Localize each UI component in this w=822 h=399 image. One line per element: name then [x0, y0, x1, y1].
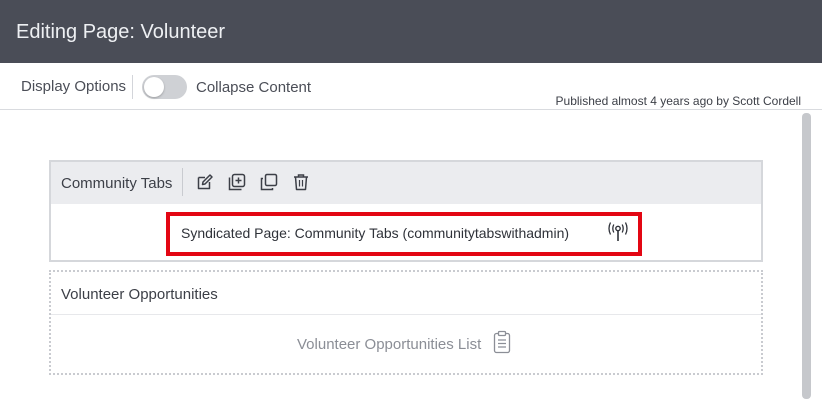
collapse-content-toggle[interactable]: [142, 75, 187, 99]
display-toolbar: Display Options Collapse Content Publish…: [0, 63, 822, 110]
widget-title: Community Tabs: [61, 175, 173, 192]
widget-title: Volunteer Opportunities: [61, 286, 218, 303]
delete-icon[interactable]: [292, 173, 310, 191]
scrollbar-thumb[interactable]: [802, 113, 811, 399]
page-title: Editing Page: Volunteer: [16, 21, 226, 43]
edit-icon[interactable]: [196, 173, 214, 191]
broadcast-icon: [608, 222, 628, 241]
volunteer-opportunities-widget[interactable]: Volunteer Opportunities Volunteer Opport…: [49, 270, 763, 375]
copy-icon[interactable]: [260, 173, 278, 191]
volunteer-opportunities-list-label: Volunteer Opportunities List: [297, 336, 482, 353]
widget-header: Community Tabs: [51, 162, 761, 204]
widget-header: Volunteer Opportunities: [51, 272, 761, 315]
community-tabs-widget[interactable]: Community Tabs Syndicated Page: Communit…: [49, 160, 763, 262]
syndicated-page-text: Syndicated Page: Community Tabs (communi…: [181, 225, 570, 241]
widget-header-divider: [182, 168, 183, 196]
toggle-knob: [144, 77, 164, 97]
syndicated-page-notice[interactable]: Syndicated Page: Community Tabs (communi…: [166, 212, 642, 256]
add-content-icon[interactable]: [228, 173, 246, 191]
clipboard-icon: [493, 330, 511, 354]
page-header: Editing Page: Volunteer: [0, 0, 822, 63]
collapse-content-label: Collapse Content: [196, 79, 312, 96]
toolbar-divider: [132, 75, 133, 99]
display-options-button[interactable]: Display Options: [21, 78, 126, 95]
published-info: Published almost 4 years ago by Scott Co…: [555, 94, 801, 108]
